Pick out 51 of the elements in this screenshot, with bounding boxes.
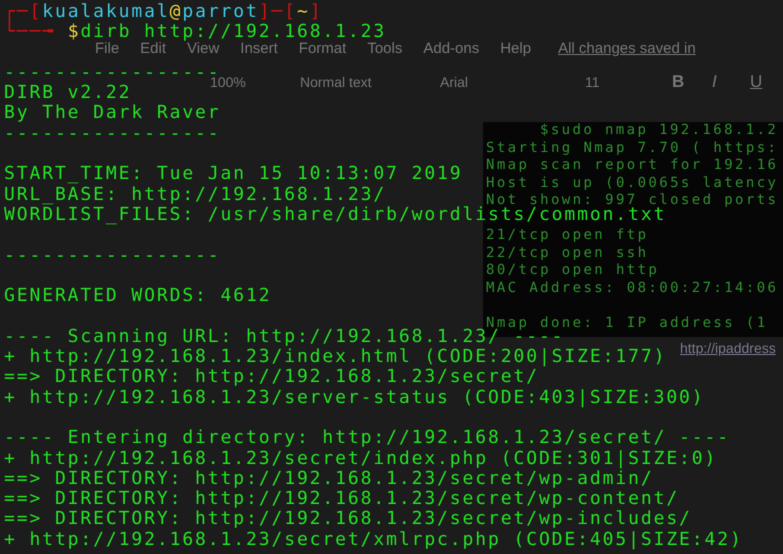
prompt-text: ~ bbox=[296, 1, 310, 22]
terminal-line: 22/tcp open ssh bbox=[485, 244, 648, 262]
prompt-text: ┌─[ bbox=[4, 1, 42, 22]
menu-item[interactable]: Help bbox=[500, 40, 532, 57]
output-line: + http://192.168.1.23/secret/xmlrpc.php (CODE:405|SIZE:42) bbox=[4, 528, 743, 550]
output-line: + http://192.168.1.23/secret/index.php (CODE:301|SIZE:0) bbox=[4, 448, 718, 469]
output-line: ==> DIRECTORY: http://192.168.1.23/secret/ bbox=[4, 366, 539, 388]
terminal-line: Host is up (0.0065s latency bbox=[485, 174, 778, 192]
save-status[interactable]: All changes saved in bbox=[558, 40, 696, 57]
prompt-text: parrot bbox=[182, 1, 259, 22]
output-line: ==> DIRECTORY: http://192.168.1.23/secret/wp-admin/ bbox=[4, 468, 654, 489]
output-line: + http://192.168.1.23/server-status (CODE:403|SIZE:300) bbox=[4, 386, 705, 408]
menu-item[interactable]: Tools bbox=[367, 40, 402, 57]
output-line: ---- Entering directory: http://192.168.1.23/secret/ ---- bbox=[4, 427, 730, 448]
output-line: By The Dark Raver bbox=[4, 102, 221, 124]
output-line: + http://192.168.1.23/index.html (CODE:200|SIZE:177) bbox=[4, 346, 666, 368]
command-text: └──╼ bbox=[4, 21, 56, 42]
toolbar-dropdown[interactable]: 11 bbox=[585, 74, 600, 90]
toolbar-dropdown[interactable]: Arial bbox=[440, 74, 468, 90]
terminal-line: 80/tcp open http bbox=[485, 262, 660, 280]
command-text: $ bbox=[68, 21, 80, 42]
menu-item[interactable]: Edit bbox=[140, 40, 166, 57]
output-line: URL_BASE: http://192.168.1.23/ bbox=[4, 184, 386, 205]
format-button[interactable]: B bbox=[672, 72, 684, 92]
command-text: dirb http://192.168.1.23 bbox=[80, 21, 386, 42]
prompt-text: ] bbox=[310, 1, 322, 22]
menu-item[interactable]: View bbox=[187, 40, 220, 57]
toolbar-dropdown[interactable]: Normal text bbox=[300, 74, 372, 90]
menu-item[interactable]: Insert bbox=[240, 40, 278, 57]
menu-item[interactable]: File bbox=[95, 40, 120, 57]
output-line: ==> DIRECTORY: http://192.168.1.23/secret/wp-content/ bbox=[4, 488, 680, 510]
output-line: ==> DIRECTORY: http://192.168.1.23/secret/wp-includes/ bbox=[4, 508, 692, 530]
terminal-line: $sudo nmap 192.168.1.2 bbox=[539, 122, 778, 140]
toolbar-dropdown[interactable]: 100% bbox=[210, 74, 246, 90]
terminal-line: Nmap scan report for 192.16 bbox=[485, 157, 778, 174]
output-line: GENERATED WORDS: 4612 bbox=[4, 285, 272, 306]
output-line: DIRB v2.22 bbox=[4, 82, 132, 104]
menu-item[interactable]: Format bbox=[298, 40, 346, 57]
prompt-text: kualakumal bbox=[42, 1, 170, 22]
output-line: ----------------- bbox=[4, 244, 221, 266]
output-line: START_TIME: Tue Jan 15 10:13:07 2019 bbox=[4, 163, 463, 184]
output-line: ----------------- bbox=[4, 122, 221, 144]
terminal-line: Starting Nmap 7.70 ( https: bbox=[485, 140, 778, 157]
format-button[interactable]: I bbox=[712, 72, 717, 92]
prompt-text: ]─[ bbox=[258, 1, 297, 22]
link[interactable]: http://ipaddress bbox=[680, 340, 776, 356]
terminal-line: MAC Address: 08:00:27:14:06 bbox=[485, 280, 778, 297]
format-button[interactable]: U bbox=[750, 72, 762, 92]
menu-item[interactable]: Add-ons bbox=[423, 40, 480, 57]
prompt-text: @ bbox=[170, 1, 182, 22]
terminal-line: 21/tcp open ftp bbox=[485, 227, 648, 244]
